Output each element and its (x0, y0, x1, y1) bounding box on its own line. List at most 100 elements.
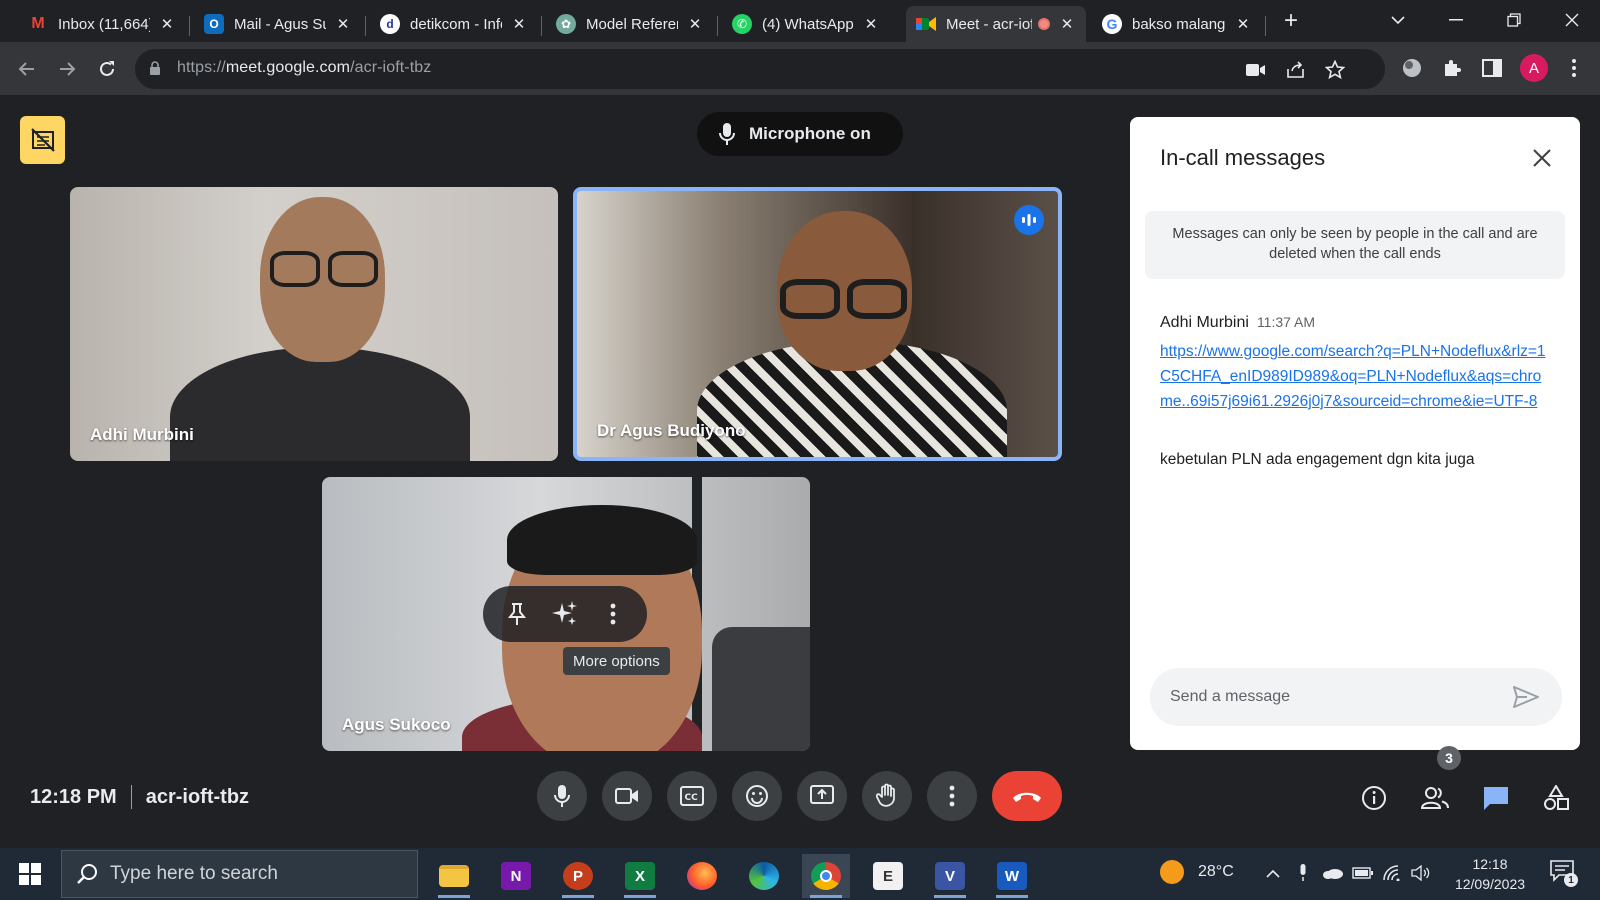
extensions-puzzle-icon[interactable] (1438, 54, 1466, 82)
chat-button[interactable] (1478, 780, 1514, 816)
taskbar-firefox[interactable] (678, 854, 726, 898)
tab-detik[interactable]: d detikcom - Informasi ✕ (370, 6, 538, 42)
speaking-indicator-icon (1014, 205, 1044, 235)
participant-tile-adhi[interactable]: Adhi Murbini (70, 187, 558, 461)
back-button[interactable] (12, 54, 42, 84)
browser-menu-icon[interactable] (1560, 54, 1588, 82)
people-button[interactable] (1417, 780, 1453, 816)
tab-title: Model Referensi (586, 15, 678, 33)
close-icon[interactable]: ✕ (1058, 15, 1076, 33)
reload-button[interactable] (92, 54, 122, 84)
onedrive-cloud-icon[interactable] (1322, 862, 1344, 884)
meet-stage: Microphone on Adhi Murbini Dr Agus Budiy… (0, 96, 1600, 848)
show-hidden-icons-icon[interactable] (1262, 862, 1284, 884)
extension-globe-icon[interactable] (1398, 54, 1426, 82)
close-icon[interactable]: ✕ (510, 15, 528, 33)
send-icon[interactable] (1512, 685, 1540, 709)
meeting-details-button[interactable] (1356, 780, 1392, 816)
close-icon[interactable]: ✕ (686, 15, 704, 33)
tab-gmail[interactable]: M Inbox (11,664) ✕ (18, 6, 186, 42)
raise-hand-button[interactable] (862, 771, 912, 821)
taskbar-search-input[interactable] (110, 851, 400, 897)
taskbar-chrome[interactable] (802, 854, 850, 898)
close-icon[interactable]: ✕ (862, 15, 880, 33)
taskbar-onenote[interactable]: N (492, 854, 540, 898)
temperature: 28°C (1198, 863, 1234, 880)
captions-button[interactable]: CC (667, 771, 717, 821)
camera-toggle-button[interactable] (602, 771, 652, 821)
more-options-button[interactable] (927, 771, 977, 821)
participant-name: Adhi Murbini (90, 425, 194, 444)
message-composer (1150, 668, 1562, 726)
leave-call-button[interactable] (992, 771, 1062, 821)
battery-icon[interactable] (1352, 862, 1374, 884)
back-arrow-icon (18, 62, 34, 76)
close-panel-button[interactable] (1528, 144, 1556, 172)
side-panel-icon[interactable] (1478, 54, 1506, 82)
send-message-input[interactable] (1170, 668, 1500, 726)
bookmark-star-icon[interactable] (1324, 59, 1346, 81)
camera-in-use-icon[interactable] (1245, 59, 1267, 81)
weather-widget[interactable]: 28°C (1160, 860, 1234, 884)
taskbar-visio[interactable]: V (926, 854, 974, 898)
microphone-tray-icon[interactable] (1292, 862, 1314, 884)
message-header: Adhi Murbini 11:37 AM (1160, 314, 1315, 332)
profile-avatar[interactable]: A (1520, 54, 1548, 82)
panel-title: In-call messages (1160, 145, 1326, 170)
sunny-weather-icon (1160, 860, 1184, 884)
google-icon: G (1102, 14, 1122, 34)
clock-time: 12:18 (1472, 856, 1508, 872)
new-tab-button[interactable]: + (1277, 6, 1305, 36)
browser-toolbar: https://meet.google.com/acr-ioft-tbz A (0, 42, 1600, 96)
reactions-button[interactable] (732, 771, 782, 821)
outlook-icon: O (204, 14, 224, 34)
tab-model-referensi[interactable]: ✿ Model Referensi ✕ (546, 6, 714, 42)
taskbar-powerpoint[interactable]: P (554, 854, 602, 898)
participant-count-badge: 3 (1437, 746, 1461, 770)
host-controls-badge[interactable] (20, 116, 65, 164)
close-icon[interactable]: ✕ (334, 15, 352, 33)
close-window-button[interactable] (1548, 0, 1596, 40)
meeting-clock: 12:18 PM (30, 785, 117, 808)
onenote-icon: N (501, 862, 531, 890)
tile-options-bar (483, 586, 647, 642)
address-bar[interactable]: https://meet.google.com/acr-ioft-tbz (135, 49, 1385, 89)
more-options-icon[interactable] (595, 596, 631, 632)
in-call-messages-panel: In-call messages Messages can only be se… (1130, 117, 1580, 750)
message-link[interactable]: https://www.google.com/search?q=PLN+Node… (1160, 339, 1552, 414)
forward-button[interactable] (52, 54, 82, 84)
taskbar-edge[interactable] (740, 854, 788, 898)
share-icon[interactable] (1285, 59, 1307, 81)
whatsapp-icon: ✆ (732, 14, 752, 34)
start-button[interactable] (10, 858, 50, 890)
taskbar-word[interactable]: W (988, 854, 1036, 898)
gmail-icon: M (31, 15, 45, 32)
tab-outlook[interactable]: O Mail - Agus Sukoco ✕ (194, 6, 362, 42)
tab-search-icon[interactable] (1374, 0, 1422, 40)
present-screen-button[interactable] (797, 771, 847, 821)
tab-meet[interactable]: Meet - acr-ioft-tbz ✕ (906, 6, 1086, 42)
wifi-icon[interactable] (1382, 862, 1404, 884)
pin-icon[interactable] (499, 596, 535, 632)
restore-button[interactable] (1490, 0, 1538, 40)
participant-tile-agus-budiyono[interactable]: Dr Agus Budiyono (573, 187, 1062, 461)
meet-icon (916, 14, 936, 34)
taskbar-app-e[interactable]: E (864, 854, 912, 898)
tab-google-search[interactable]: G bakso malang ✕ (1092, 6, 1262, 42)
microphone-toggle-button[interactable] (537, 771, 587, 821)
tab-whatsapp[interactable]: ✆ (4) WhatsApp ✕ (722, 6, 890, 42)
participant-name: Dr Agus Budiyono (597, 421, 746, 440)
activities-button[interactable] (1538, 780, 1574, 816)
video-camera-icon (615, 788, 638, 804)
taskbar-file-explorer[interactable] (430, 854, 478, 898)
taskbar-excel[interactable]: X (616, 854, 664, 898)
tab-title: Inbox (11,664) (58, 15, 150, 33)
taskbar-clock[interactable]: 12:18 12/09/2023 (1446, 854, 1534, 894)
visual-effects-icon[interactable] (547, 596, 583, 632)
speaker-volume-icon[interactable] (1410, 862, 1432, 884)
close-icon[interactable]: ✕ (158, 15, 176, 33)
info-icon (1362, 786, 1386, 810)
notification-center-button[interactable]: 1 (1550, 860, 1580, 888)
close-icon[interactable]: ✕ (1234, 15, 1252, 33)
minimize-button[interactable] (1432, 0, 1480, 40)
